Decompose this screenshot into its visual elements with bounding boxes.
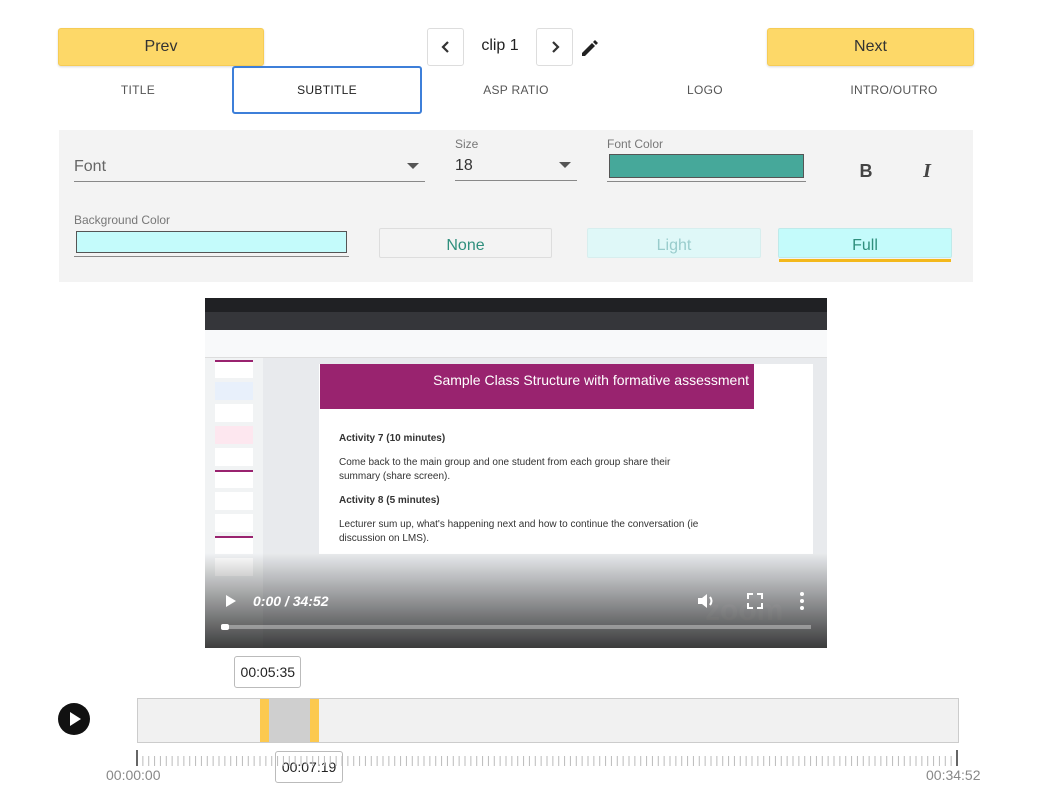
- volume-button[interactable]: [695, 591, 717, 611]
- slide-line: discussion on LMS).: [339, 533, 430, 544]
- start-marker-tooltip: 00:05:35: [234, 656, 302, 688]
- background-color-picker[interactable]: [76, 231, 347, 253]
- subtitle-settings-panel: Font Size 18 Font Color B I Background C…: [59, 130, 973, 282]
- more-options-button[interactable]: [795, 590, 809, 612]
- volume-icon: [698, 594, 713, 608]
- font-select[interactable]: Font: [74, 155, 425, 182]
- size-value: 18: [455, 157, 473, 174]
- style-light-button[interactable]: Light: [587, 228, 761, 258]
- tab-logo[interactable]: LOGO: [610, 66, 800, 114]
- font-color-label: Font Color: [607, 137, 664, 151]
- timeline-track[interactable]: [137, 698, 959, 743]
- timeline-ruler: [136, 750, 958, 766]
- slide-line: Lecturer sum up, what's happening next a…: [339, 519, 699, 530]
- chevron-down-icon: [559, 162, 571, 168]
- play-icon: [226, 595, 236, 607]
- font-color-underline: [607, 181, 806, 182]
- slide-line: Activity 8 (5 minutes): [339, 495, 440, 506]
- tab-aspect-ratio[interactable]: ASP RATIO: [421, 66, 611, 114]
- video-player[interactable]: Sample Class Structure with formative as…: [205, 298, 827, 648]
- size-select[interactable]: 18: [455, 154, 577, 181]
- clip-label: clip 1: [481, 37, 519, 54]
- size-label: Size: [455, 137, 479, 151]
- video-play-button[interactable]: [221, 592, 239, 610]
- chevron-down-icon: [407, 163, 419, 169]
- video-progress-knob[interactable]: [221, 624, 229, 630]
- timeline-play-button[interactable]: [58, 703, 90, 735]
- timeline-selection[interactable]: [269, 699, 311, 742]
- timeline-start-handle[interactable]: [260, 699, 270, 742]
- timeline-end-handle[interactable]: [310, 699, 320, 742]
- tab-subtitle[interactable]: SUBTITLE: [232, 66, 422, 114]
- style-full-selected-indicator: [779, 259, 951, 262]
- video-progress-bar[interactable]: [221, 624, 811, 630]
- background-color-underline: [74, 256, 349, 257]
- slide-title: Sample Class Structure with formative as…: [433, 372, 749, 388]
- fullscreen-icon: [747, 593, 763, 609]
- fullscreen-button[interactable]: [746, 592, 764, 610]
- recorded-browser-tabbar: [205, 298, 827, 312]
- next-button[interactable]: Next: [767, 28, 974, 66]
- chevron-left-icon: [440, 41, 449, 53]
- style-full-button[interactable]: Full: [778, 228, 952, 258]
- slide-line: Activity 7 (10 minutes): [339, 433, 446, 444]
- recorded-slide: Sample Class Structure with formative as…: [319, 364, 813, 554]
- timeline-start-time: 00:00:00: [106, 767, 161, 783]
- more-vertical-icon: [800, 592, 804, 610]
- prev-button[interactable]: Prev: [58, 28, 264, 66]
- edit-clip-name-button[interactable]: [580, 38, 600, 58]
- previous-clip-button[interactable]: [427, 28, 464, 66]
- chevron-right-icon: [551, 41, 560, 53]
- next-clip-button[interactable]: [536, 28, 573, 66]
- pencil-icon: [582, 40, 598, 56]
- tab-intro-outro[interactable]: INTRO/OUTRO: [799, 66, 989, 114]
- recorded-slides-toolbar: [205, 330, 827, 358]
- background-color-label: Background Color: [74, 213, 171, 227]
- slide-line: Come back to the main group and one stud…: [339, 457, 671, 468]
- tab-title[interactable]: TITLE: [43, 66, 233, 114]
- recorded-browser-addressbar: [205, 312, 827, 330]
- font-select-placeholder: Font: [74, 158, 107, 175]
- italic-button[interactable]: I: [914, 158, 940, 184]
- video-time-display: 0:00 / 34:52: [253, 593, 329, 609]
- style-none-button[interactable]: None: [379, 228, 552, 258]
- font-color-picker[interactable]: [609, 154, 804, 178]
- bold-button[interactable]: B: [853, 158, 879, 184]
- timeline-end-time: 00:34:52: [926, 767, 981, 783]
- play-icon: [70, 712, 81, 726]
- slide-line: summary (share screen).: [339, 471, 451, 482]
